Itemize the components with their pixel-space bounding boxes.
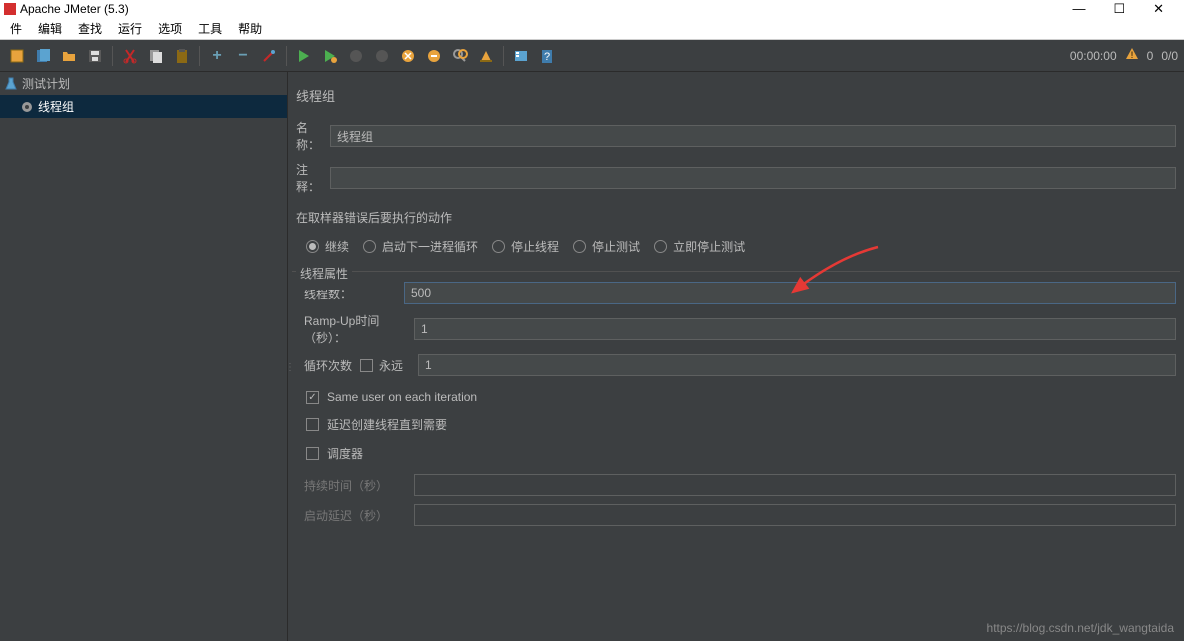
menu-tools[interactable]: 工具 <box>192 18 228 39</box>
svg-text:!: ! <box>1130 50 1133 60</box>
tree-label: 测试计划 <box>22 75 70 92</box>
open-icon[interactable] <box>58 45 80 67</box>
elapsed-time: 00:00:00 <box>1070 49 1117 63</box>
tree-item-threadgroup[interactable]: 线程组 <box>0 95 287 118</box>
name-label: 名称： <box>296 119 330 153</box>
app-icon <box>4 3 16 15</box>
rampup-label: Ramp-Up时间（秒）： <box>304 312 414 346</box>
splitter-handle[interactable]: ⋮ <box>288 362 295 373</box>
radio-label: 启动下一进程循环 <box>382 238 478 255</box>
thread-count: 0/0 <box>1161 49 1178 63</box>
rampup-input[interactable] <box>414 318 1176 340</box>
start-icon[interactable] <box>293 45 315 67</box>
same-user-checkbox[interactable] <box>306 391 319 404</box>
paste-icon[interactable] <box>171 45 193 67</box>
minimize-button[interactable]: — <box>1072 1 1085 17</box>
radio-icon <box>306 240 319 253</box>
radio-icon <box>492 240 505 253</box>
stop-icon[interactable] <box>345 45 367 67</box>
radio-stop-test[interactable]: 停止测试 <box>573 238 640 255</box>
radio-label: 继续 <box>325 238 349 255</box>
cut-icon[interactable] <box>119 45 141 67</box>
toolbar: + − ? 00:00:00 ! 0 0/0 <box>0 40 1184 72</box>
separator <box>112 46 113 66</box>
reset-search-icon[interactable] <box>475 45 497 67</box>
delay-create-label: 延迟创建线程直到需要 <box>327 416 447 433</box>
panel-title: 线程组 <box>292 80 1180 119</box>
forever-label: 永远 <box>379 357 403 374</box>
separator <box>503 46 504 66</box>
loop-input[interactable] <box>418 354 1176 376</box>
save-icon[interactable] <box>84 45 106 67</box>
radio-start-next[interactable]: 启动下一进程循环 <box>363 238 478 255</box>
flask-icon <box>4 77 18 91</box>
comment-label: 注释： <box>296 161 330 195</box>
copy-icon[interactable] <box>145 45 167 67</box>
radio-label: 停止线程 <box>511 238 559 255</box>
clear-icon[interactable] <box>397 45 419 67</box>
radio-stop-thread[interactable]: 停止线程 <box>492 238 559 255</box>
toolbar-status: 00:00:00 ! 0 0/0 <box>1070 47 1178 64</box>
tree-panel: 测试计划 线程组 <box>0 72 288 641</box>
tree-label: 线程组 <box>38 98 74 115</box>
titlebar: Apache JMeter (5.3) — ☐ ✕ <box>0 0 1184 18</box>
radio-stop-now[interactable]: 立即停止测试 <box>654 238 745 255</box>
expand-icon[interactable]: + <box>206 45 228 67</box>
menu-search[interactable]: 查找 <box>72 18 108 39</box>
search-icon[interactable] <box>449 45 471 67</box>
toggle-icon[interactable] <box>258 45 280 67</box>
threads-input[interactable] <box>404 282 1176 304</box>
error-action-radios: 继续 启动下一进程循环 停止线程 停止测试 立即停止测试 <box>292 236 1180 267</box>
start-no-timers-icon[interactable] <box>319 45 341 67</box>
menubar: 件 编辑 查找 运行 选项 工具 帮助 <box>0 18 1184 40</box>
function-helper-icon[interactable] <box>510 45 532 67</box>
collapse-icon[interactable]: − <box>232 45 254 67</box>
same-user-label: Same user on each iteration <box>327 390 477 404</box>
comment-input[interactable] <box>330 167 1176 189</box>
radio-icon <box>573 240 586 253</box>
new-icon[interactable] <box>6 45 28 67</box>
radio-label: 立即停止测试 <box>673 238 745 255</box>
gear-icon <box>20 100 34 114</box>
delay-label: 启动延迟（秒） <box>304 507 414 524</box>
delay-input <box>414 504 1176 526</box>
watermark: https://blog.csdn.net/jdk_wangtaida <box>987 621 1174 635</box>
tree-item-testplan[interactable]: 测试计划 <box>0 72 287 95</box>
forever-checkbox[interactable] <box>360 359 373 372</box>
menu-run[interactable]: 运行 <box>112 18 148 39</box>
separator <box>199 46 200 66</box>
warning-icon: ! <box>1125 47 1139 64</box>
radio-icon <box>363 240 376 253</box>
radio-icon <box>654 240 667 253</box>
radio-continue[interactable]: 继续 <box>306 238 349 255</box>
duration-input <box>414 474 1176 496</box>
help-icon[interactable]: ? <box>536 45 558 67</box>
menu-file[interactable]: 件 <box>4 18 28 39</box>
window-controls: — ☐ ✕ <box>1072 1 1184 17</box>
content-panel: ⋮ 线程组 名称： 注释： 在取样器错误后要执行的动作 继续 启动下一进程循环 <box>288 72 1184 641</box>
close-button[interactable]: ✕ <box>1153 1 1164 17</box>
name-input[interactable] <box>330 125 1176 147</box>
svg-text:?: ? <box>544 51 550 63</box>
delay-create-checkbox[interactable] <box>306 418 319 431</box>
duration-label: 持续时间（秒） <box>304 477 414 494</box>
loop-label: 循环次数 <box>304 357 360 374</box>
shutdown-icon[interactable] <box>371 45 393 67</box>
thread-props-label: 线程属性 <box>296 265 352 290</box>
divider <box>292 271 1180 272</box>
clear-all-icon[interactable] <box>423 45 445 67</box>
templates-icon[interactable] <box>32 45 54 67</box>
scheduler-label: 调度器 <box>327 445 363 462</box>
menu-edit[interactable]: 编辑 <box>32 18 68 39</box>
warning-count: 0 <box>1147 49 1154 63</box>
error-action-label: 在取样器错误后要执行的动作 <box>292 203 1180 236</box>
scheduler-checkbox[interactable] <box>306 447 319 460</box>
menu-help[interactable]: 帮助 <box>232 18 268 39</box>
menu-options[interactable]: 选项 <box>152 18 188 39</box>
maximize-button[interactable]: ☐ <box>1113 1 1125 17</box>
radio-label: 停止测试 <box>592 238 640 255</box>
app-title: Apache JMeter (5.3) <box>20 2 129 16</box>
separator <box>286 46 287 66</box>
